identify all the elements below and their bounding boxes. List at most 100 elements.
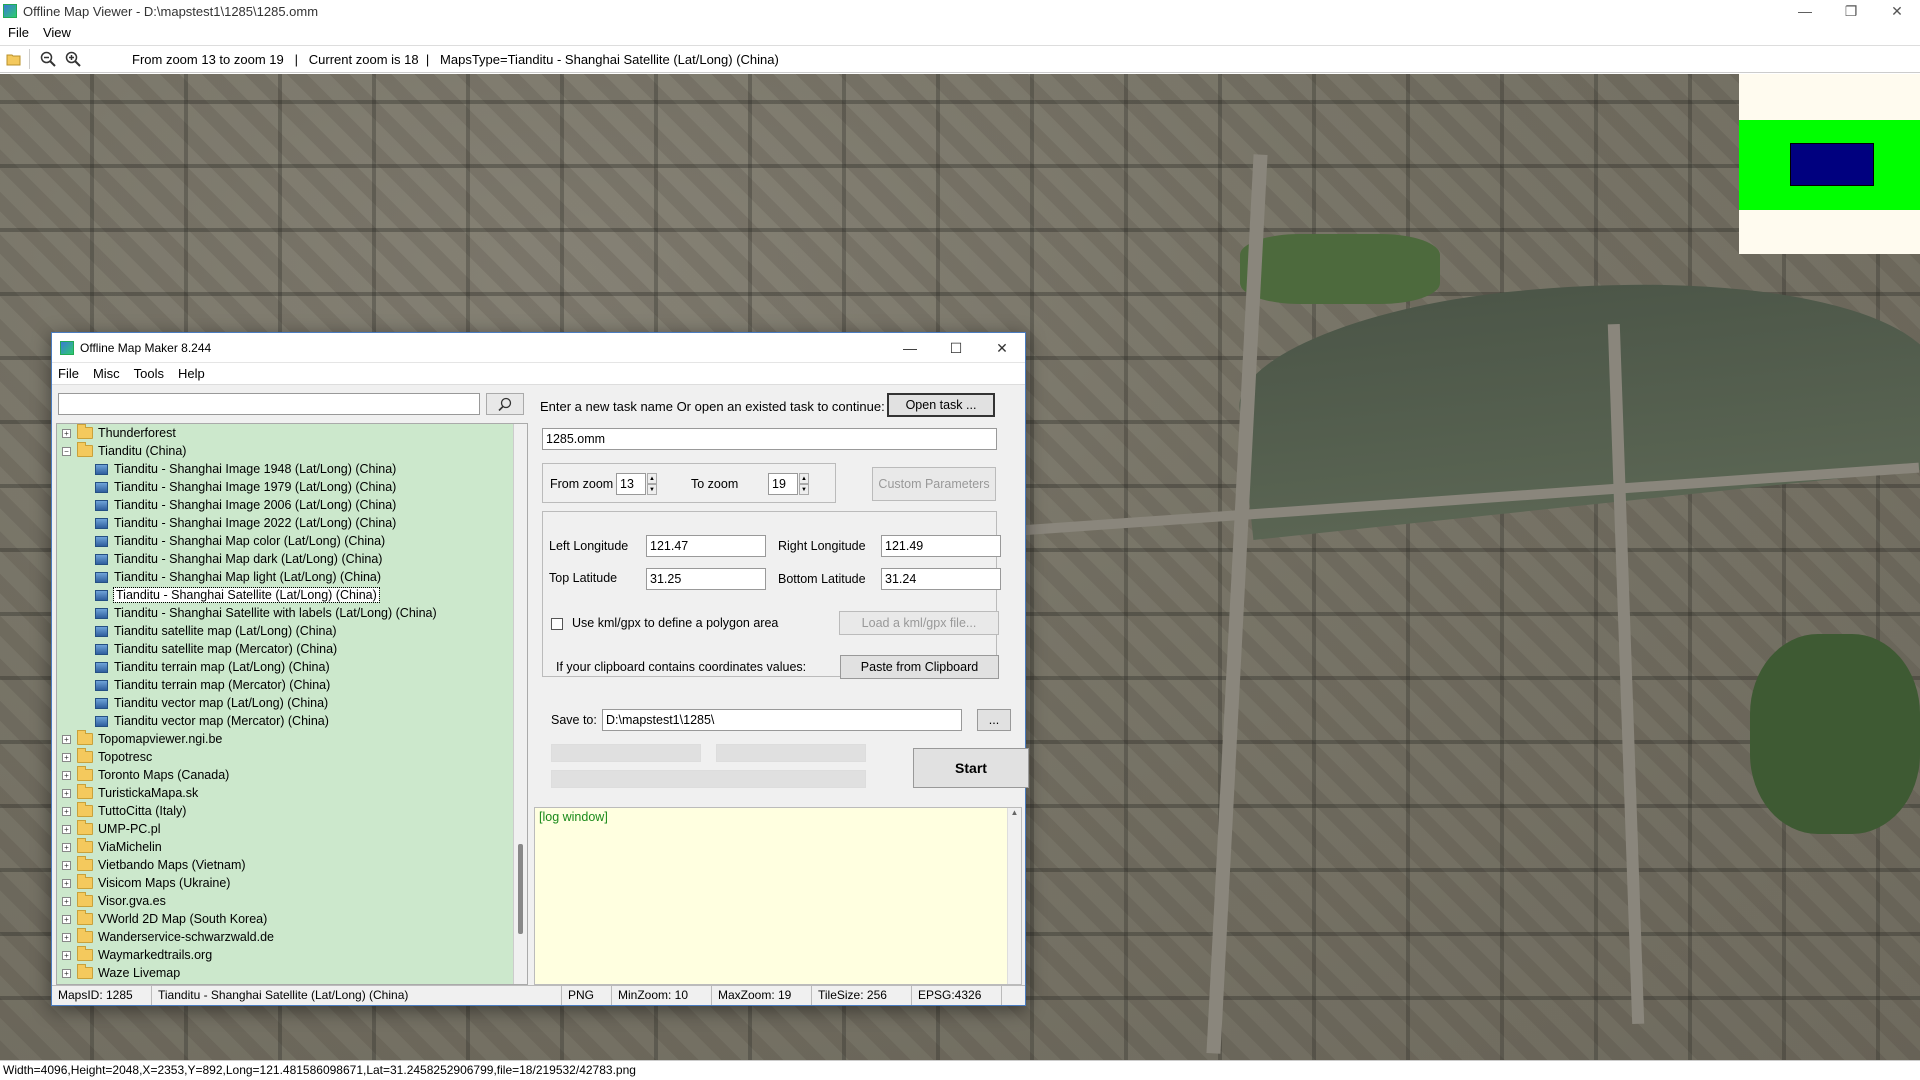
to-zoom-spinner[interactable]: ▲ ▼ <box>799 473 809 495</box>
tree-folder-node[interactable]: + Toronto Maps (Canada) <box>57 766 527 784</box>
tree-map-item[interactable]: Tianditu - Shanghai Satellite with label… <box>57 604 527 622</box>
right-longitude-field[interactable]: 121.49 <box>881 535 1001 557</box>
tree-map-item[interactable]: Tianditu terrain map (Mercator) (China) <box>57 676 527 694</box>
spin-up-icon[interactable]: ▲ <box>799 473 809 484</box>
expand-icon[interactable]: + <box>62 860 71 870</box>
start-button[interactable]: Start <box>913 748 1029 788</box>
tree-map-item[interactable]: Tianditu - Shanghai Map dark (Lat/Long) … <box>57 550 527 568</box>
top-latitude-field[interactable]: 31.25 <box>646 568 766 590</box>
tree-folder-node[interactable]: + Wanderservice-schwarzwald.de <box>57 928 527 946</box>
spin-up-icon[interactable]: ▲ <box>647 473 657 484</box>
status-max-zoom: MaxZoom: 19 <box>712 986 812 1005</box>
tree-folder-node[interactable]: + Visicom Maps (Ukraine) <box>57 874 527 892</box>
left-longitude-label: Left Longitude <box>549 539 629 553</box>
tree-folder-node[interactable]: + TuristickaMapa.sk <box>57 784 527 802</box>
tree-folder-node[interactable]: + ViaMichelin <box>57 838 527 856</box>
tree-map-item[interactable]: Tianditu - Shanghai Image 2022 (Lat/Long… <box>57 514 527 532</box>
menu-file[interactable]: File <box>8 25 29 40</box>
load-kml-button[interactable]: Load a kml/gpx file... <box>839 611 999 635</box>
open-task-button[interactable]: Open task ... <box>887 393 995 417</box>
tree-folder-node[interactable]: + Vietbando Maps (Vietnam) <box>57 856 527 874</box>
maximize-button[interactable]: ❐ <box>1828 0 1874 22</box>
dialog-menu-file[interactable]: File <box>58 366 79 381</box>
task-name-field[interactable]: 1285.omm <box>542 428 997 450</box>
tree-map-item[interactable]: Tianditu terrain map (Lat/Long) (China) <box>57 658 527 676</box>
search-button[interactable] <box>486 393 524 415</box>
left-longitude-field[interactable]: 121.47 <box>646 535 766 557</box>
expand-icon[interactable]: + <box>62 896 71 906</box>
log-scrollbar[interactable]: ▲ <box>1007 808 1021 984</box>
dialog-minimize-button[interactable]: — <box>887 333 933 363</box>
tree-map-item[interactable]: Tianditu - Shanghai Map color (Lat/Long)… <box>57 532 527 550</box>
expand-icon[interactable]: + <box>62 806 71 816</box>
expand-icon[interactable]: + <box>62 788 71 798</box>
open-folder-icon[interactable] <box>3 48 25 70</box>
paste-clipboard-button[interactable]: Paste from Clipboard <box>840 655 999 679</box>
expand-icon[interactable]: + <box>62 842 71 852</box>
tree-folder-node[interactable]: + Waze Livemap <box>57 964 527 982</box>
folder-icon <box>77 892 93 907</box>
zoom-in-icon[interactable] <box>62 48 84 70</box>
tree-folder-node[interactable]: + Waymarkedtrails.org <box>57 946 527 964</box>
expand-icon[interactable]: + <box>62 824 71 834</box>
tree-folder-node[interactable]: − Tianditu (China) <box>57 442 527 460</box>
status-tile-size: TileSize: 256 <box>812 986 912 1005</box>
save-to-field[interactable]: D:\mapstest1\1285\ <box>602 709 962 731</box>
tree-folder-node[interactable]: + TuttoCitta (Italy) <box>57 802 527 820</box>
custom-parameters-button[interactable]: Custom Parameters <box>872 467 996 501</box>
browse-folder-button[interactable]: ... <box>977 709 1011 731</box>
log-window[interactable]: [log window] ▲ <box>534 807 1022 985</box>
dialog-menu-tools[interactable]: Tools <box>134 366 164 381</box>
to-zoom-field[interactable]: 19 <box>768 473 798 495</box>
tree-folder-node[interactable]: + VWorld 2D Map (South Korea) <box>57 910 527 928</box>
expand-icon[interactable]: + <box>62 752 71 762</box>
tree-map-item[interactable]: Tianditu - Shanghai Map light (Lat/Long)… <box>57 568 527 586</box>
tree-map-item[interactable]: Tianditu vector map (Lat/Long) (China) <box>57 694 527 712</box>
tree-folder-node[interactable]: + Visor.gva.es <box>57 892 527 910</box>
dialog-maximize-button[interactable]: ☐ <box>933 333 979 363</box>
tree-node-label: Tianditu satellite map (Lat/Long) (China… <box>114 624 337 638</box>
map-source-tree[interactable]: + Thunderforest − Tianditu (China) Tianditu … <box>56 423 528 985</box>
overview-minimap[interactable] <box>1739 74 1920 254</box>
menu-view[interactable]: View <box>43 25 71 40</box>
spin-down-icon[interactable]: ▼ <box>647 484 657 495</box>
folder-icon <box>77 964 93 979</box>
from-zoom-field[interactable]: 13 <box>616 473 646 495</box>
map-search-input[interactable] <box>58 393 480 415</box>
tree-map-item[interactable]: Tianditu - Shanghai Satellite (Lat/Long)… <box>57 586 527 604</box>
tree-map-item[interactable]: Tianditu - Shanghai Image 1979 (Lat/Long… <box>57 478 527 496</box>
tree-map-item[interactable]: Tianditu satellite map (Mercator) (China… <box>57 640 527 658</box>
tree-scroll-thumb[interactable] <box>518 844 523 934</box>
dialog-close-button[interactable]: ✕ <box>979 333 1025 363</box>
expand-icon[interactable]: + <box>62 878 71 888</box>
dialog-menu-misc[interactable]: Misc <box>93 366 120 381</box>
tree-folder-node[interactable]: + UMP-PC.pl <box>57 820 527 838</box>
kml-polygon-checkbox[interactable] <box>551 618 563 630</box>
expand-icon[interactable]: + <box>62 914 71 924</box>
expand-icon[interactable]: + <box>62 950 71 960</box>
spin-down-icon[interactable]: ▼ <box>799 484 809 495</box>
expand-icon[interactable]: + <box>62 932 71 942</box>
collapse-icon[interactable]: − <box>62 446 71 456</box>
folder-icon <box>77 784 93 799</box>
tree-map-item[interactable]: Tianditu satellite map (Lat/Long) (China… <box>57 622 527 640</box>
zoom-out-icon[interactable] <box>37 48 59 70</box>
expand-icon[interactable]: + <box>62 770 71 780</box>
expand-icon[interactable]: + <box>62 734 71 744</box>
tree-folder-node[interactable]: + Thunderforest <box>57 424 527 442</box>
dialog-menu-help[interactable]: Help <box>178 366 205 381</box>
tree-map-item[interactable]: Tianditu - Shanghai Image 2006 (Lat/Long… <box>57 496 527 514</box>
tree-map-item[interactable]: Tianditu vector map (Mercator) (China) <box>57 712 527 730</box>
tree-folder-node[interactable]: + Topomapviewer.ngi.be <box>57 730 527 748</box>
bottom-latitude-field[interactable]: 31.24 <box>881 568 1001 590</box>
expand-icon[interactable]: + <box>62 968 71 978</box>
expand-icon[interactable]: + <box>62 428 71 438</box>
tree-map-item[interactable]: Tianditu - Shanghai Image 1948 (Lat/Long… <box>57 460 527 478</box>
tree-folder-node[interactable]: + Topotresc <box>57 748 527 766</box>
tree-node-label: Tianditu - Shanghai Image 1979 (Lat/Long… <box>114 480 397 494</box>
status-min-zoom: MinZoom: 10 <box>612 986 712 1005</box>
minimize-button[interactable]: — <box>1782 0 1828 22</box>
from-zoom-spinner[interactable]: ▲ ▼ <box>647 473 657 495</box>
tree-scrollbar[interactable] <box>513 424 527 984</box>
close-button[interactable]: ✕ <box>1874 0 1920 22</box>
